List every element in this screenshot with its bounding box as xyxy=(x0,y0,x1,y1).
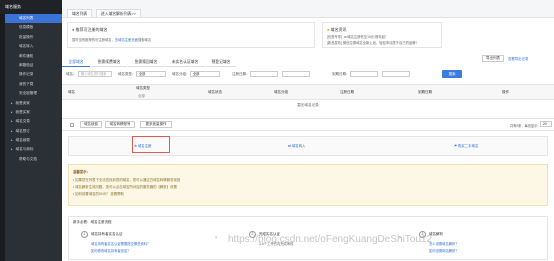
tab-redeem-urgent[interactable]: 急需赎回域名 xyxy=(128,58,164,67)
tab-preregistered[interactable]: 预登记域名 xyxy=(206,58,236,67)
sidebar-item-reserve[interactable]: 域名预订 xyxy=(5,127,62,136)
help-line-3: • 如何设置域名的DNS？ 查看帮助 xyxy=(73,192,124,196)
transfer-icon: ⇄ xyxy=(288,144,291,148)
domain-filter-label: 域名： xyxy=(66,72,77,76)
reg-date-label: 注册日期： xyxy=(232,72,250,76)
step-1-link-2[interactable]: 如何修改域名持有者信息？ xyxy=(91,248,131,253)
step-arrow-icon: › xyxy=(215,235,217,241)
plus-icon: ⊕ xyxy=(134,144,137,148)
register-domain-link[interactable]: ⊕ 域名注册 xyxy=(134,143,151,148)
main-content: 域名列表 进入域名解析列表>> ● 推荐可注册的域名 暂时没有推荐的可注册域名，… xyxy=(62,0,554,261)
sidebar-item-help[interactable]: 帮助与文档 xyxy=(5,155,62,164)
sidebar-item-email-notify[interactable]: 邮件通知 xyxy=(5,52,62,61)
step-3-link-2[interactable]: 如何设置网站解析？ xyxy=(429,248,459,253)
tab-dns-list[interactable]: 进入域名解析列表>> xyxy=(96,9,141,17)
reg-date-to[interactable] xyxy=(282,71,310,77)
step-1-title: 域名持有者实名认证 xyxy=(91,232,123,236)
sidebar-item-trademark[interactable]: 域名与商标 xyxy=(5,145,62,154)
bulk-transfer-button[interactable]: 域名转移账号 xyxy=(105,121,135,128)
col-group: 域名分组 xyxy=(274,90,288,94)
col-domain: 域名 xyxy=(68,90,75,94)
tab-all-domains[interactable]: 全部域名 xyxy=(62,58,90,67)
buy-used-domain-link[interactable]: ⚑ 购买二手域名 xyxy=(454,143,478,148)
news-line-2[interactable]: [新品发布] 微信位置域名全新上线，轻松申请属于自己的品牌！ xyxy=(327,40,419,45)
transfer-in-link[interactable]: ⇄ 域名转入 xyxy=(288,143,305,148)
news-title: ● 域名资讯 xyxy=(327,27,347,32)
tab-unverified[interactable]: 未实名认证域名 xyxy=(165,58,205,67)
exp-date-label: 到期日期： xyxy=(332,72,350,76)
sidebar-item-op-log[interactable]: 操作记录 xyxy=(5,70,62,79)
type-select[interactable]: 全部 xyxy=(136,71,166,77)
help-title: 温馨提示： xyxy=(73,170,90,174)
col-status: 域名状态 xyxy=(208,90,222,94)
type-filter-label: 域名类型： xyxy=(118,72,136,76)
col-exp-date: 到期日期 xyxy=(418,90,432,94)
news-panel: ● 域名资讯 [优惠专享] .cn域名注册低至16元/首年起！ [新品发布] 微… xyxy=(322,22,442,48)
steps-title: 新手必看：域名注册流程 xyxy=(73,220,112,224)
page-size-select[interactable]: 20 xyxy=(540,121,552,127)
sidebar-item-seller[interactable]: 我是卖家 xyxy=(5,99,62,108)
sidebar-item-security-lock[interactable]: 安全锁管理 xyxy=(5,89,62,98)
exp-date-from[interactable] xyxy=(350,71,378,77)
sidebar-header: 域名服务 xyxy=(0,0,62,14)
info-icon: ● xyxy=(72,27,75,32)
empty-table-message: 暂无域名记录 xyxy=(297,103,319,107)
bell-icon: ● xyxy=(327,27,330,32)
sidebar-item-trading[interactable]: 域名交易 xyxy=(5,117,62,126)
export-records-link[interactable]: 查看导出记录 xyxy=(508,56,528,61)
sidebar-item-email-verify[interactable]: 邮箱验证 xyxy=(5,61,62,70)
domain-search-input[interactable]: 输入域名进行搜索 xyxy=(78,71,112,77)
watermark: https://blog.csdn.net/oFengKuangDeShiTou… xyxy=(228,234,433,245)
tab-bar: 域名列表 进入域名解析列表>> xyxy=(62,0,554,18)
sidebar-item-downloads[interactable]: 我的下载 xyxy=(5,80,62,89)
pager-info: 共有0条，每页显示： xyxy=(510,124,541,128)
sidebar-item-renew[interactable]: 域名续费 xyxy=(5,136,62,145)
help-notice: 温馨提示： • 如果您在列表下无法查找到您的域名，您可以通过白域名转移服务找回 … xyxy=(68,164,548,206)
col-type-filter[interactable]: 全部 xyxy=(138,94,145,99)
news-line-1[interactable]: [优惠专享] .cn域名注册低至16元/首年起！ xyxy=(327,34,388,39)
col-type: 域名类型 xyxy=(136,86,150,90)
sidebar-item-buyer[interactable]: 我是买家 xyxy=(5,108,62,117)
export-button[interactable]: 导出列表 xyxy=(482,55,504,62)
reg-date-from[interactable] xyxy=(250,71,278,77)
sidebar-item-transfer-in[interactable]: 域名转入 xyxy=(5,42,62,51)
help-line-2: • 域名解析生效问题，您可以点击域名所对应的服务器的【解析】设置 xyxy=(73,185,177,189)
sidebar-item-templates[interactable]: 信息模板 xyxy=(5,23,62,32)
more-bulk-dropdown[interactable]: 更多批量操作 xyxy=(140,121,172,128)
col-reg-date: 注册日期 xyxy=(340,90,354,94)
recommend-title: ● 推荐可注册的域名 xyxy=(72,27,108,32)
step-1-link-1[interactable]: 域名持有者实名认证需要提交哪些资料？ xyxy=(91,241,150,246)
group-filter-label: 域名分组： xyxy=(172,72,190,76)
step-3-link-1[interactable]: 怎么设置域名解析？ xyxy=(429,241,459,246)
tab-domain-list[interactable]: 域名列表 xyxy=(67,9,93,17)
sidebar-item-batch[interactable]: 批量操作 xyxy=(5,33,62,42)
help-line-1: • 如果您在列表下无法查找到您的域名，您可以通过白域名转移服务找回 xyxy=(73,178,181,182)
bulk-bar xyxy=(62,118,554,131)
sidebar: 域名服务 域名列表 信息模板 批量操作 域名转入 邮件通知 邮箱验证 操作记录 … xyxy=(0,0,62,261)
exp-date-to[interactable] xyxy=(382,71,410,77)
sidebar-item-domain-list[interactable]: 域名列表 xyxy=(5,14,62,24)
recommend-text: 暂时没有推荐的可注册域名，去域名注册页面搜索域名 xyxy=(72,38,152,42)
register-link[interactable]: 去域名注册页面 xyxy=(115,38,138,42)
group-select[interactable]: 全部 xyxy=(190,71,220,77)
cart-icon: ⚑ xyxy=(454,144,458,148)
search-button[interactable]: 搜索 xyxy=(442,70,462,78)
recommend-panel: ● 推荐可注册的域名 暂时没有推荐的可注册域名，去域名注册页面搜索域名 xyxy=(67,22,315,48)
step-1-number: 1 xyxy=(81,231,88,238)
col-actions: 操作 xyxy=(502,90,509,94)
select-all-checkbox[interactable] xyxy=(70,123,74,127)
tab-renew-urgent[interactable]: 急需续费域名 xyxy=(91,58,127,67)
bulk-renew-button[interactable]: 域名续费 xyxy=(80,121,102,128)
